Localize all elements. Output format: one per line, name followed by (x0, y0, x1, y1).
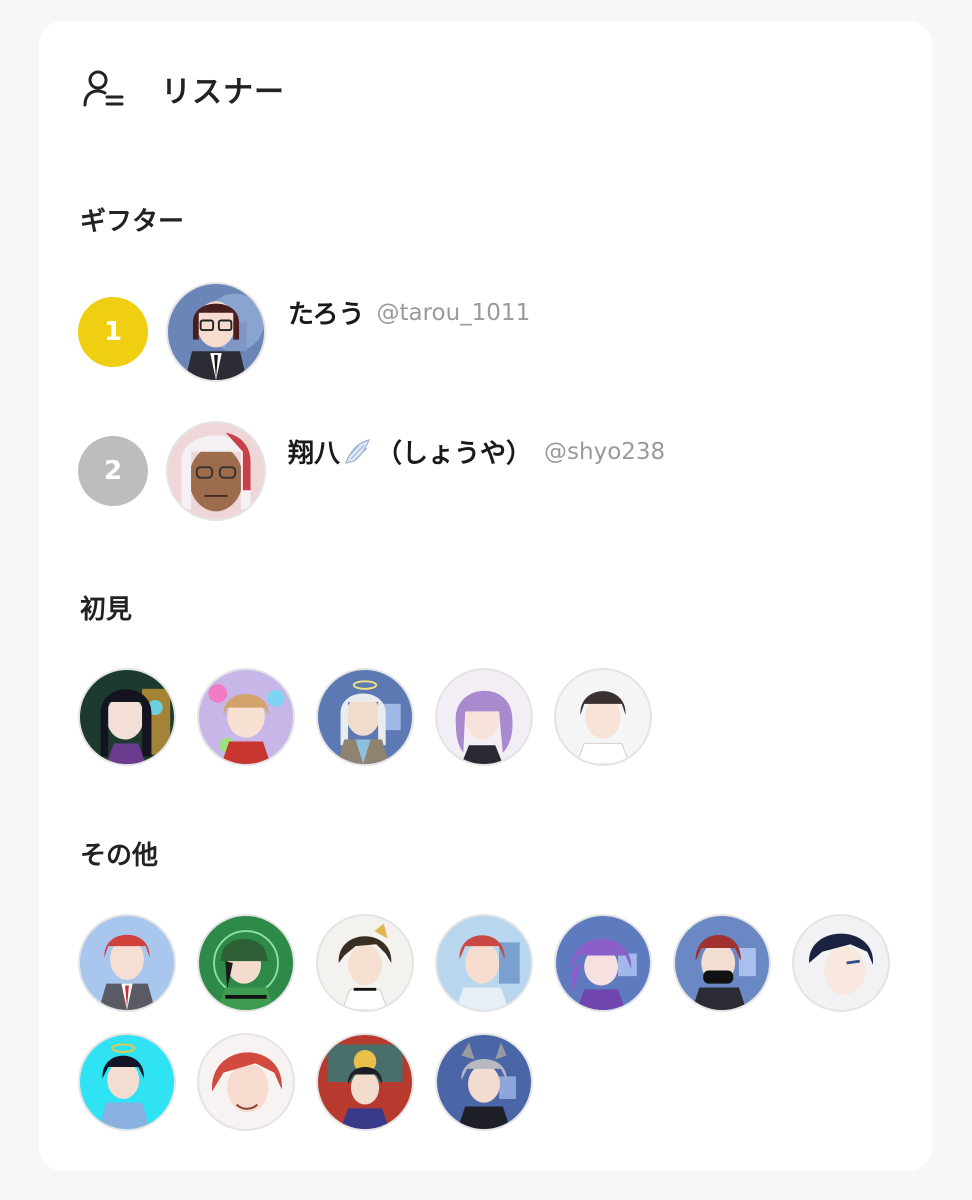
card-header: リスナー (81, 67, 285, 111)
user-list-icon (83, 70, 124, 107)
avatar[interactable] (316, 668, 414, 766)
avatar[interactable] (197, 668, 295, 766)
listener-card: リスナー ギフター 1 たろう @tarou_1011 2 翔八 （しょうや） … (39, 21, 932, 1171)
avatar[interactable] (792, 914, 890, 1012)
page-title: リスナー (161, 75, 285, 110)
avatar[interactable] (166, 421, 266, 521)
gifter-name[interactable]: たろう @tarou_1011 (288, 294, 530, 331)
user-handle: @tarou_1011 (376, 299, 531, 326)
display-name: たろう (288, 300, 365, 330)
avatar[interactable] (78, 914, 176, 1012)
first-time-avatar-grid (78, 668, 890, 766)
others-avatar-grid (78, 914, 890, 1131)
rank-badge: 1 (78, 297, 148, 367)
avatar[interactable] (673, 914, 771, 1012)
avatar[interactable] (78, 1033, 176, 1131)
avatar[interactable] (78, 668, 176, 766)
avatar[interactable] (554, 914, 652, 1012)
avatar[interactable] (435, 668, 533, 766)
avatar[interactable] (554, 668, 652, 766)
section-title-first-time: 初見 (80, 595, 133, 625)
avatar[interactable] (316, 1033, 414, 1131)
section-title-others: その他 (80, 841, 159, 871)
user-handle: @shyo238 (544, 438, 666, 465)
gifter-name[interactable]: 翔八 （しょうや） @shyo238 (288, 433, 665, 470)
section-title-gifters: ギフター (80, 207, 185, 237)
avatar[interactable] (316, 914, 414, 1012)
avatar[interactable] (435, 1033, 533, 1131)
avatar[interactable] (197, 914, 295, 1012)
display-name: 翔八 (288, 439, 341, 469)
wing-icon (345, 438, 371, 464)
gifter-row[interactable]: 2 翔八 （しょうや） @shyo238 (78, 421, 898, 521)
rank-badge: 2 (78, 436, 148, 506)
display-name-reading: （しょうや） (376, 439, 533, 469)
avatar[interactable] (197, 1033, 295, 1131)
avatar[interactable] (435, 914, 533, 1012)
gifter-row[interactable]: 1 たろう @tarou_1011 (78, 282, 898, 382)
avatar[interactable] (166, 282, 266, 382)
